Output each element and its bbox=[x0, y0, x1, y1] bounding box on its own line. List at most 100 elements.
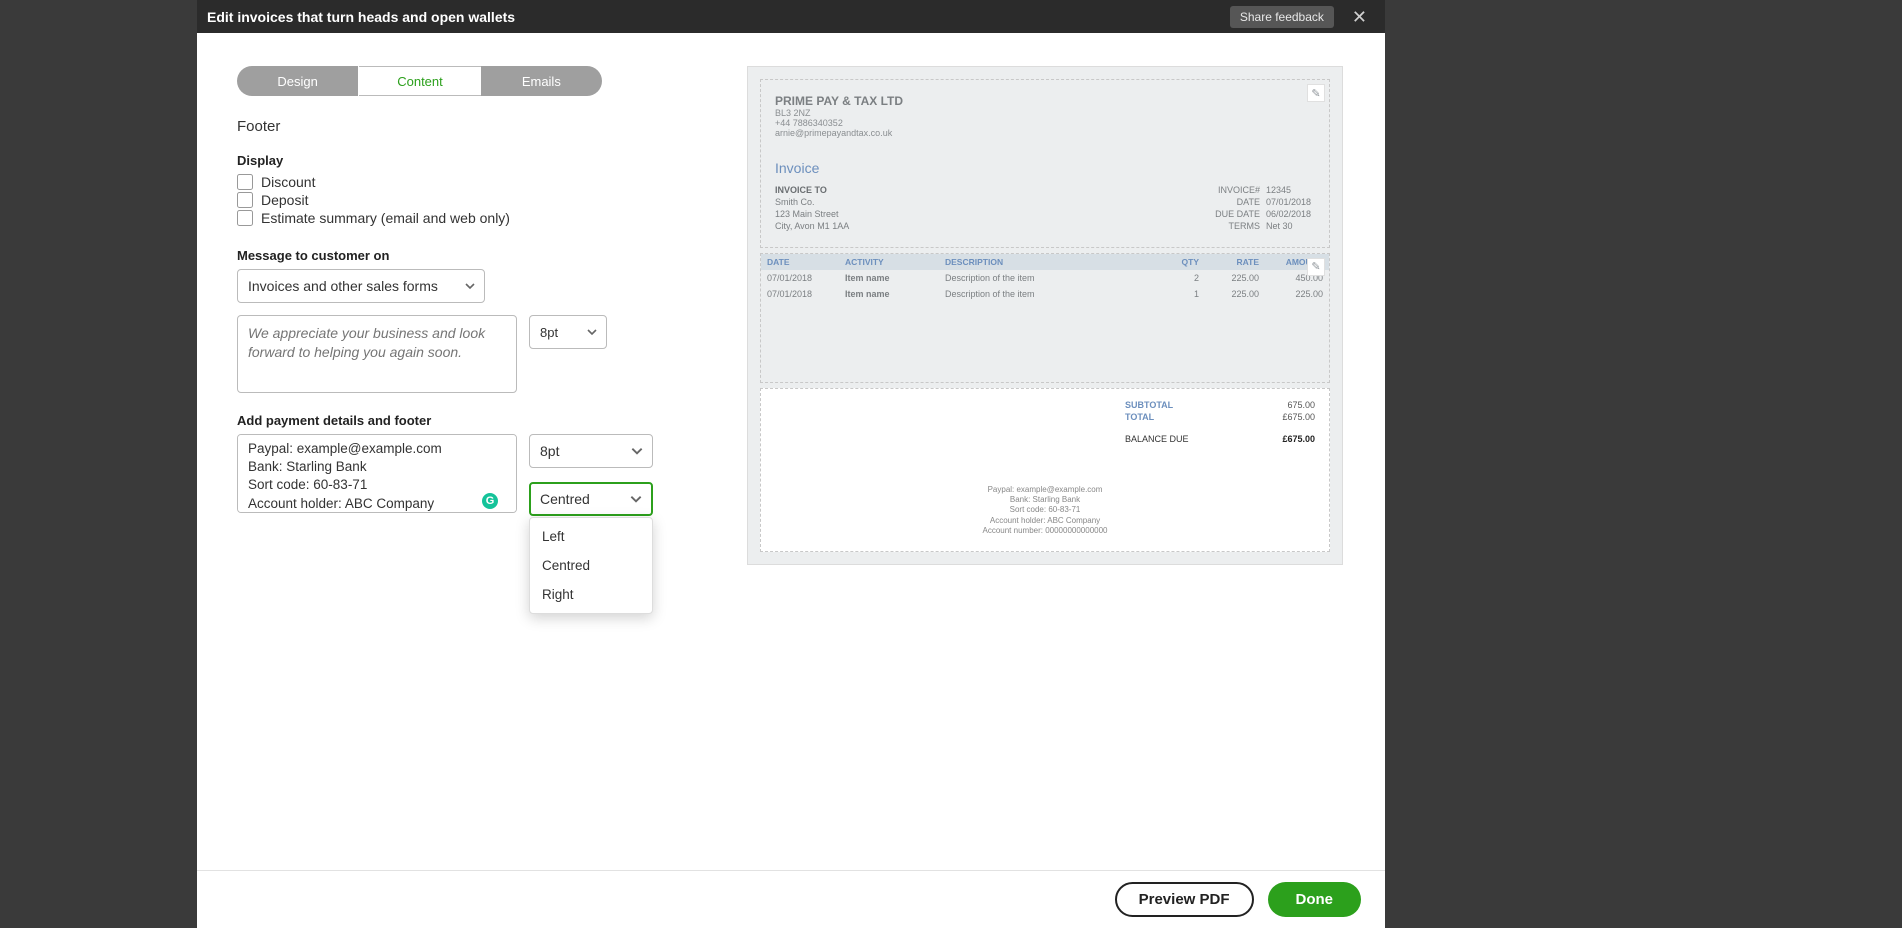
bill-to-line2: 123 Main Street bbox=[775, 208, 849, 220]
footer-textarea[interactable]: Paypal: example@example.comBank: Starlin… bbox=[237, 434, 517, 513]
meta-value-2: 06/02/2018 bbox=[1260, 208, 1315, 220]
bill-to-line1: Smith Co. bbox=[775, 196, 849, 208]
display-label: Display bbox=[237, 153, 707, 168]
meta-value-1: 07/01/2018 bbox=[1260, 196, 1315, 208]
grammarly-icon: G bbox=[482, 493, 498, 509]
balance-value: £675.00 bbox=[1282, 434, 1315, 444]
footer-preview-line: Sort code: 60-83-71 bbox=[775, 505, 1315, 515]
company-line-3: arnie@primepayandtax.co.uk bbox=[775, 128, 1315, 138]
footer-preview-line: Paypal: example@example.com bbox=[775, 485, 1315, 495]
message-row: 8pt bbox=[237, 315, 707, 393]
modal-body: Design Content Emails Footer Display Dis… bbox=[197, 33, 1385, 870]
subtotal-label: SUBTOTAL bbox=[1125, 400, 1173, 410]
cell-amount: 225.00 bbox=[1259, 289, 1323, 299]
message-fontsize-select[interactable]: 8pt bbox=[529, 315, 607, 349]
checkbox-deposit-label: Deposit bbox=[261, 192, 308, 208]
message-form-select-value: Invoices and other sales forms bbox=[248, 278, 438, 294]
table-row: 07/01/2018 Item name Description of the … bbox=[761, 286, 1329, 302]
tab-design[interactable]: Design bbox=[237, 66, 359, 96]
header-right: Share feedback ✕ bbox=[1230, 6, 1371, 28]
bottom-bar: Preview PDF Done bbox=[197, 870, 1385, 928]
alignment-option-left[interactable]: Left bbox=[530, 522, 652, 551]
cell-activity: Item name bbox=[845, 289, 945, 299]
invoice-meta-block: INVOICE#12345 DATE07/01/2018 DUE DATE06/… bbox=[1200, 184, 1315, 233]
alignment-select-value: Centred bbox=[540, 491, 590, 507]
company-line-1: BL3 2NZ bbox=[775, 108, 1315, 118]
company-line-2: +44 7886340352 bbox=[775, 118, 1315, 128]
pencil-icon[interactable]: ✎ bbox=[1307, 84, 1325, 102]
col-description: DESCRIPTION bbox=[945, 257, 1159, 267]
cell-date: 07/01/2018 bbox=[767, 273, 845, 283]
preview-footer-section: SUBTOTAL675.00 TOTAL£675.00 BALANCE DUE£… bbox=[760, 388, 1330, 552]
checkbox-deposit[interactable] bbox=[237, 192, 253, 208]
payment-label: Add payment details and footer bbox=[237, 413, 707, 428]
footer-section-heading: Footer bbox=[237, 118, 707, 135]
footer-preview-line: Account holder: ABC Company bbox=[775, 516, 1315, 526]
alignment-option-centred[interactable]: Centred bbox=[530, 551, 652, 580]
done-button[interactable]: Done bbox=[1268, 882, 1362, 917]
message-textarea[interactable] bbox=[237, 315, 517, 393]
meta-label-1: DATE bbox=[1200, 196, 1260, 208]
checkbox-discount[interactable] bbox=[237, 174, 253, 190]
total-label: TOTAL bbox=[1125, 412, 1154, 422]
footer-details-row: Paypal: example@example.comBank: Starlin… bbox=[237, 434, 707, 516]
checkbox-estimate-row: Estimate summary (email and web only) bbox=[237, 210, 707, 226]
pencil-icon[interactable]: ✎ bbox=[1307, 258, 1325, 276]
preview-table-section: ✎ DATE ACTIVITY DESCRIPTION QTY RATE AMO… bbox=[760, 253, 1330, 383]
cell-activity: Item name bbox=[845, 273, 945, 283]
footer-preview-line: Account number: 00000000000000 bbox=[775, 526, 1315, 536]
close-icon[interactable]: ✕ bbox=[1348, 6, 1371, 28]
modal-header: Edit invoices that turn heads and open w… bbox=[197, 0, 1385, 33]
col-activity: ACTIVITY bbox=[845, 257, 945, 267]
subtotal-value: 675.00 bbox=[1287, 400, 1315, 410]
preview-pdf-button[interactable]: Preview PDF bbox=[1115, 882, 1254, 917]
invoice-heading: Invoice bbox=[775, 160, 1315, 176]
bill-to-line3: City, Avon M1 1AA bbox=[775, 220, 849, 232]
total-value: £675.00 bbox=[1282, 412, 1315, 422]
meta-label-0: INVOICE# bbox=[1200, 184, 1260, 196]
share-feedback-button[interactable]: Share feedback bbox=[1230, 6, 1334, 28]
company-name: PRIME PAY & TAX LTD bbox=[775, 94, 1315, 108]
alignment-select[interactable]: Centred bbox=[529, 482, 653, 516]
table-row: 07/01/2018 Item name Description of the … bbox=[761, 270, 1329, 286]
preview-panel: ✎ PRIME PAY & TAX LTD BL3 2NZ +44 788634… bbox=[747, 33, 1385, 870]
left-panel: Design Content Emails Footer Display Dis… bbox=[197, 33, 747, 870]
meta-value-3: Net 30 bbox=[1260, 220, 1315, 232]
footer-right-column: 8pt Centred Left Centred Right bbox=[529, 434, 653, 516]
alignment-dropdown: Left Centred Right bbox=[529, 517, 653, 614]
cell-description: Description of the item bbox=[945, 273, 1159, 283]
tab-emails[interactable]: Emails bbox=[481, 66, 602, 96]
cell-qty: 1 bbox=[1159, 289, 1199, 299]
modal-title: Edit invoices that turn heads and open w… bbox=[207, 9, 515, 25]
meta-value-0: 12345 bbox=[1260, 184, 1315, 196]
col-qty: QTY bbox=[1159, 257, 1199, 267]
tab-group: Design Content Emails bbox=[237, 66, 602, 96]
chevron-down-icon bbox=[630, 444, 644, 458]
cell-description: Description of the item bbox=[945, 289, 1159, 299]
cell-rate: 225.00 bbox=[1199, 289, 1259, 299]
col-date: DATE bbox=[767, 257, 845, 267]
tab-content[interactable]: Content bbox=[359, 66, 480, 96]
footer-preview-line: Bank: Starling Bank bbox=[775, 495, 1315, 505]
meta-label-2: DUE DATE bbox=[1200, 208, 1260, 220]
bill-to-heading: INVOICE TO bbox=[775, 184, 849, 196]
checkbox-estimate-label: Estimate summary (email and web only) bbox=[261, 210, 510, 226]
chevron-down-icon bbox=[629, 492, 643, 506]
cell-rate: 225.00 bbox=[1199, 273, 1259, 283]
footer-fontsize-select[interactable]: 8pt bbox=[529, 434, 653, 468]
checkbox-deposit-row: Deposit bbox=[237, 192, 707, 208]
footer-text-preview: Paypal: example@example.com Bank: Starli… bbox=[775, 485, 1315, 537]
cell-date: 07/01/2018 bbox=[767, 289, 845, 299]
message-fontsize-value: 8pt bbox=[540, 325, 558, 340]
customize-invoice-modal: Edit invoices that turn heads and open w… bbox=[197, 0, 1385, 928]
checkbox-estimate[interactable] bbox=[237, 210, 253, 226]
chevron-down-icon bbox=[586, 326, 598, 338]
col-rate: RATE bbox=[1199, 257, 1259, 267]
message-form-select[interactable]: Invoices and other sales forms bbox=[237, 269, 485, 303]
totals-block: SUBTOTAL675.00 TOTAL£675.00 BALANCE DUE£… bbox=[1125, 399, 1315, 445]
chevron-down-icon bbox=[464, 280, 476, 292]
table-header-row: DATE ACTIVITY DESCRIPTION QTY RATE AMOUN… bbox=[761, 254, 1329, 270]
checkbox-discount-row: Discount bbox=[237, 174, 707, 190]
alignment-option-right[interactable]: Right bbox=[530, 580, 652, 609]
bill-to-block: INVOICE TO Smith Co. 123 Main Street Cit… bbox=[775, 184, 849, 233]
